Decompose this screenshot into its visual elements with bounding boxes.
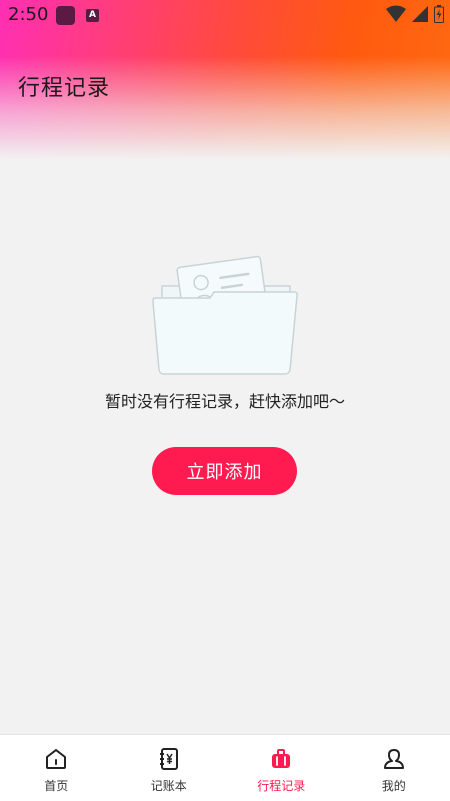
nav-label-trip-records: 行程记录 [257,777,305,794]
status-indicators [386,5,444,23]
folder-document-icon [150,248,300,378]
battery-icon [434,5,444,23]
bottom-nav: 首页 记账本 行程记录 我的 [0,734,450,801]
wifi-icon [386,5,406,23]
notification-app-icon [56,6,75,25]
home-icon [44,747,68,771]
empty-message: 暂时没有行程记录，赶快添加吧～ [0,388,450,412]
nav-item-mine[interactable]: 我的 [338,735,450,801]
signal-icon [412,5,428,23]
suitcase-icon [269,747,293,771]
nav-label-mine: 我的 [382,777,406,794]
ledger-icon [157,747,181,771]
person-icon [382,747,406,771]
notification-a-icon: A [86,9,99,22]
status-time: 2:50 [8,4,48,25]
nav-item-trip-records[interactable]: 行程记录 [225,735,338,801]
nav-label-home: 首页 [44,777,68,794]
nav-label-ledger: 记账本 [151,777,187,794]
page-title: 行程记录 [18,70,110,102]
nav-item-home[interactable]: 首页 [0,735,113,801]
add-now-button[interactable]: 立即添加 [152,447,297,495]
status-bar: 2:50 A [0,0,450,30]
nav-item-ledger[interactable]: 记账本 [113,735,226,801]
